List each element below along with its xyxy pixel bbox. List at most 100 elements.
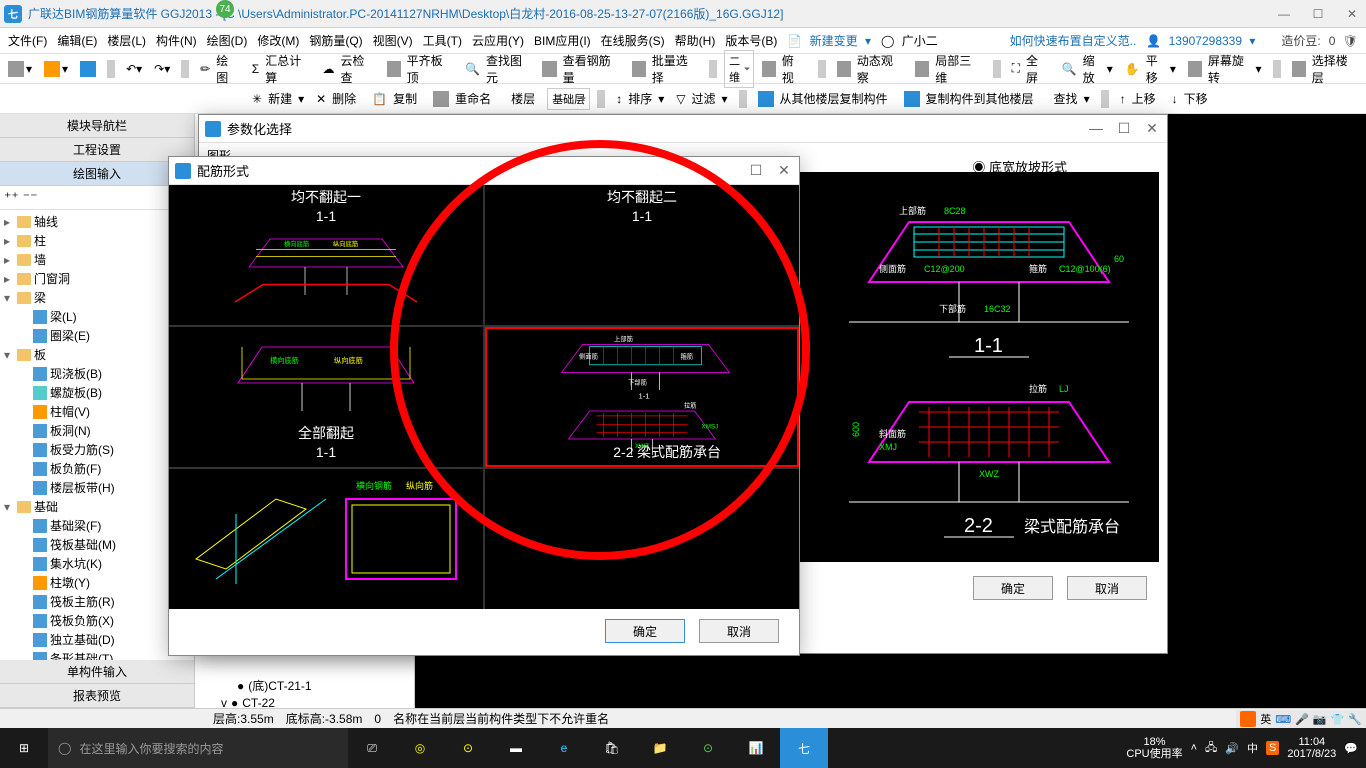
copy-to-floor-button[interactable]: 复制构件到其他楼层 [900,86,1042,111]
new-file-icon[interactable]: ▾ [4,59,36,79]
tree-item[interactable]: 螺旋板(B) [0,383,194,402]
move-up-button[interactable]: ↑ 上移 [1116,86,1164,111]
menu-floor[interactable]: 楼层(L) [103,30,150,51]
delete-button[interactable]: ✕ 删除 [312,86,364,111]
tab-single-component[interactable]: 单构件输入 [0,660,194,684]
system-tray[interactable]: 18%CPU使用率 ˄ 🖧 🔊 中 S 11:042017/8/23 💬 [1126,736,1366,760]
sogou-icon[interactable] [1240,711,1256,727]
tray-volume-icon[interactable]: 🔊 [1225,742,1239,755]
tray-network-icon[interactable]: 🖧 [1205,739,1217,758]
new-button[interactable]: ✳ 新建▾ [248,86,308,111]
action-center-icon[interactable]: 💬 [1344,742,1358,755]
taskbar-app[interactable]: ⊙ [444,728,492,768]
tree-item[interactable]: ▸墙 [0,250,194,269]
tree-item[interactable]: ▾板 [0,345,194,364]
expand-all-icon[interactable]: ⁺⁺ [4,189,19,206]
tree-item[interactable]: 现浇板(B) [0,364,194,383]
form-option-6[interactable] [485,469,799,609]
tree-item[interactable]: ▸轴线 [0,212,194,231]
tree-item[interactable]: ▸柱 [0,231,194,250]
ime-lang[interactable]: 英 [1260,711,1271,727]
dialog-close-button[interactable]: ✕ [775,162,793,179]
tray-ime[interactable]: 中 [1247,740,1258,756]
task-view-icon[interactable]: ⎚ [348,728,396,768]
rename-button[interactable]: 重命名 [429,86,499,111]
taskbar-app-active[interactable]: 七 [780,728,828,768]
tree-item[interactable]: 板洞(N) [0,421,194,440]
orbit-button[interactable]: 动态观察 [833,48,907,90]
tray-sogou-icon[interactable]: S [1266,741,1279,755]
open-file-icon[interactable]: ▾ [40,59,72,79]
maximize-button[interactable]: ☐ [1308,7,1328,21]
form-option-3[interactable]: 全部翻起1-1 横向底筋纵向底筋 [169,327,483,467]
ime-icon[interactable]: ⌨ [1275,713,1291,726]
select-floor-button[interactable]: 选择楼层 [1288,48,1362,90]
tree-item[interactable]: 筏板负筋(X) [0,611,194,630]
taskbar-app[interactable]: 📊 [732,728,780,768]
tree-item[interactable]: 基础梁(F) [0,516,194,535]
redo-icon[interactable]: ↷▾ [150,60,174,78]
minimize-button[interactable]: — [1274,7,1294,21]
tree-item[interactable]: 板负筋(F) [0,459,194,478]
store-icon[interactable]: 🛍 [588,728,636,768]
ime-icon[interactable]: 👕 [1331,713,1345,726]
taskbar-app[interactable]: ⊙ [684,728,732,768]
zoom-button[interactable]: 🔍 缩放 ▾ [1058,48,1117,90]
start-button[interactable]: ⊞ [0,728,48,768]
batch-select-button[interactable]: 批量选择 [628,48,702,90]
tree-item[interactable]: 独立基础(D) [0,630,194,649]
clock[interactable]: 11:042017/8/23 [1287,736,1336,760]
component-tree[interactable]: ▸轴线▸柱▸墙▸门窗洞▾梁梁(L)圈梁(E)▾板现浇板(B)螺旋板(B)柱帽(V… [0,210,194,660]
cpu-meter[interactable]: 18%CPU使用率 [1126,736,1182,760]
tree-item[interactable]: ▾梁 [0,288,194,307]
notification-badge[interactable]: 74 [216,0,234,18]
tray-chevron-icon[interactable]: ˄ [1191,742,1197,754]
base-floor-dropdown[interactable]: 基础层 [547,88,590,110]
edge-icon[interactable]: e [540,728,588,768]
copy-button[interactable]: 📋 复制 [368,86,425,111]
tree-item[interactable]: 楼层板带(H) [0,478,194,497]
local-3d-button[interactable]: 局部三维 [911,48,985,90]
move-down-button[interactable]: ↓ 下移 [1168,86,1216,111]
tree-item[interactable]: ▸门窗洞 [0,269,194,288]
dialog-minimize-button[interactable]: — [1087,120,1105,137]
tree-item[interactable]: 条形基础(T) [0,649,194,660]
form-option-1[interactable]: 均不翻起一1-1 横向底筋纵向底筋 [169,185,483,325]
cloud-check-button[interactable]: ☁ 云检查 [319,48,379,90]
ime-icon[interactable]: 🎤 [1295,713,1309,726]
collapse-all-icon[interactable]: ⁻⁻ [23,189,38,206]
dialog-maximize-button[interactable]: ☐ [1115,120,1133,137]
draw-button[interactable]: ✏ 绘图 [196,48,244,90]
tree-item[interactable]: 梁(L) [0,307,194,326]
menu-component[interactable]: 构件(N) [152,30,201,51]
tree-item[interactable]: ● (底)CT-21-1 [197,676,412,695]
ime-icon[interactable]: 🔧 [1348,713,1362,726]
form-option-5[interactable]: 横向钢筋纵向筋 [169,469,483,609]
outer-ok-button[interactable]: 确定 [973,576,1053,600]
floor-dropdown[interactable]: 楼层 [503,86,543,111]
taskbar-app[interactable]: ◎ [396,728,444,768]
ime-bar[interactable]: 英 ⌨ 🎤 📷 👕 🔧 [1236,710,1366,728]
save-icon[interactable] [76,59,100,79]
outer-cancel-button[interactable]: 取消 [1067,576,1147,600]
menu-edit[interactable]: 编辑(E) [53,30,101,51]
undo-icon[interactable]: ↶▾ [122,60,146,78]
view-mode-dropdown[interactable]: 二维 [724,50,754,88]
find-button[interactable]: 查找▾ [1046,86,1094,111]
tree-item[interactable]: 集水坑(K) [0,554,194,573]
tree-item[interactable]: 板受力筋(S) [0,440,194,459]
sort-button[interactable]: ↕ 排序▾ [612,86,668,111]
ime-icon[interactable]: 📷 [1313,713,1327,726]
tab-report-preview[interactable]: 报表预览 [0,684,194,708]
dialog-maximize-button[interactable]: ☐ [747,162,765,179]
top-view-button[interactable]: 俯视 [758,48,811,90]
tab-project-settings[interactable]: 工程设置 [0,138,194,162]
copy-from-floor-button[interactable]: 从其他楼层复制构件 [754,86,896,111]
tree-item[interactable]: 筏板基础(M) [0,535,194,554]
inner-cancel-button[interactable]: 取消 [699,619,779,643]
tree-item[interactable]: 筏板主筋(R) [0,592,194,611]
taskbar-app[interactable]: ▬ [492,728,540,768]
find-element-button[interactable]: 🔍 查找图元 [461,48,534,90]
form-option-2[interactable]: 均不翻起二1-1 [485,185,799,325]
taskbar-search[interactable]: ◯ 在这里输入你要搜索的内容 [48,728,348,768]
